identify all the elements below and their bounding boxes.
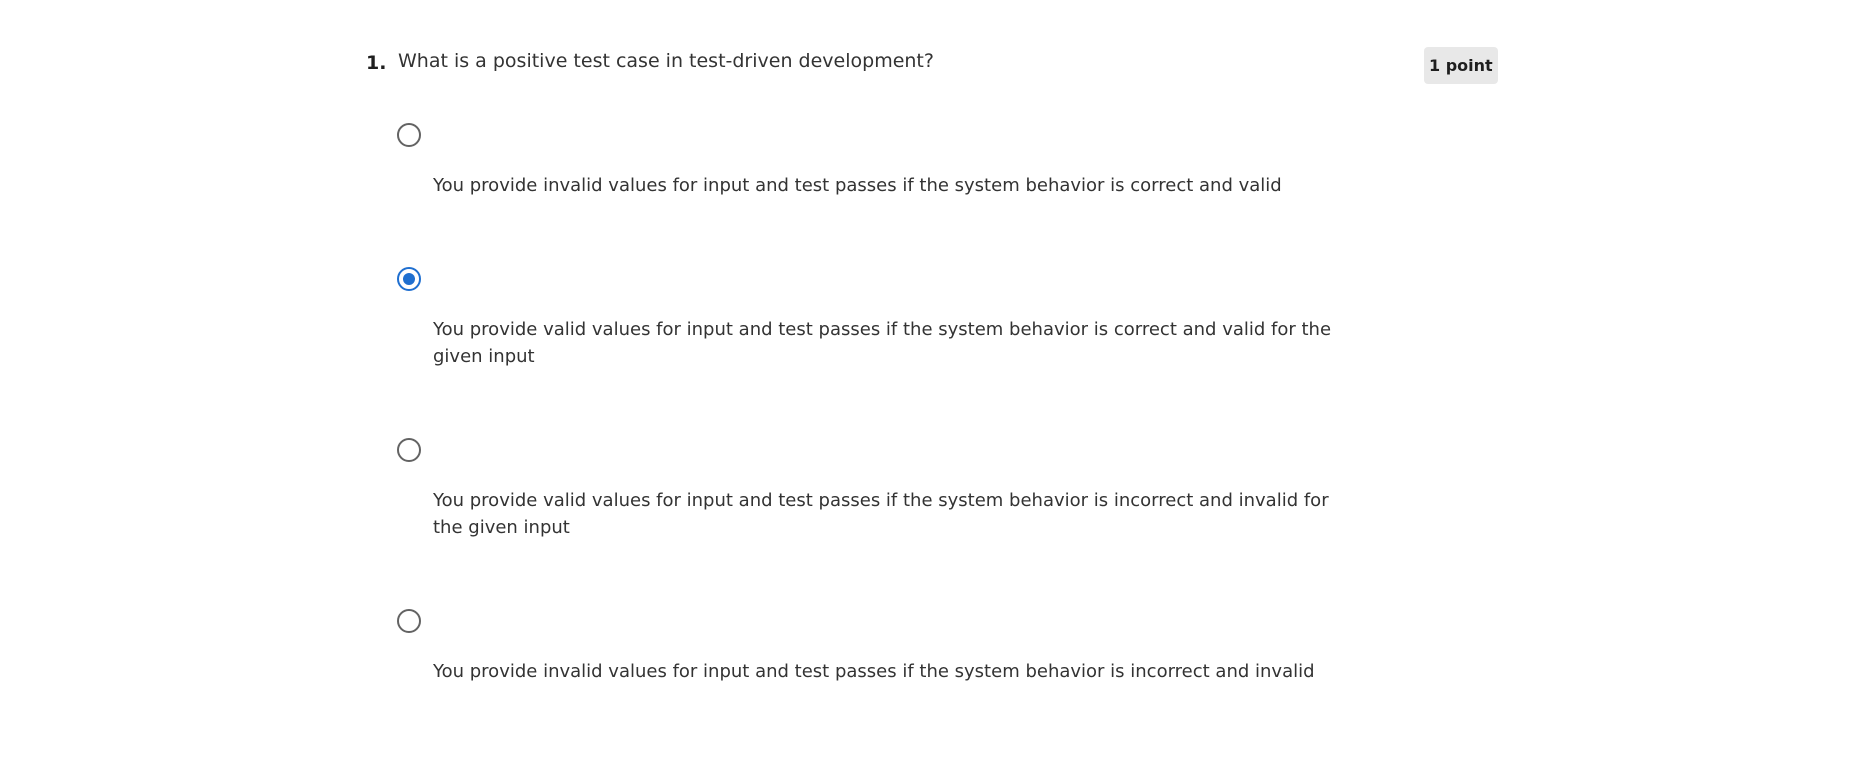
- radio-button-option-2[interactable]: [397, 267, 421, 291]
- question-text: What is a positive test case in test-dri…: [398, 50, 934, 72]
- radio-button-option-4[interactable]: [397, 609, 421, 633]
- option-label-2: You provide valid values for input and t…: [433, 319, 1332, 367]
- question-number: 1.: [366, 52, 387, 74]
- option-label-1: You provide invalid values for input and…: [433, 175, 1282, 196]
- radio-button-option-1[interactable]: [397, 123, 421, 147]
- points-badge: 1 point: [1424, 47, 1498, 84]
- quiz-question: 1. What is a positive test case in test-…: [0, 0, 1853, 782]
- option-label-3: You provide valid values for input and t…: [433, 490, 1329, 538]
- radio-button-option-3[interactable]: [397, 438, 421, 462]
- option-label-4: You provide invalid values for input and…: [433, 661, 1315, 682]
